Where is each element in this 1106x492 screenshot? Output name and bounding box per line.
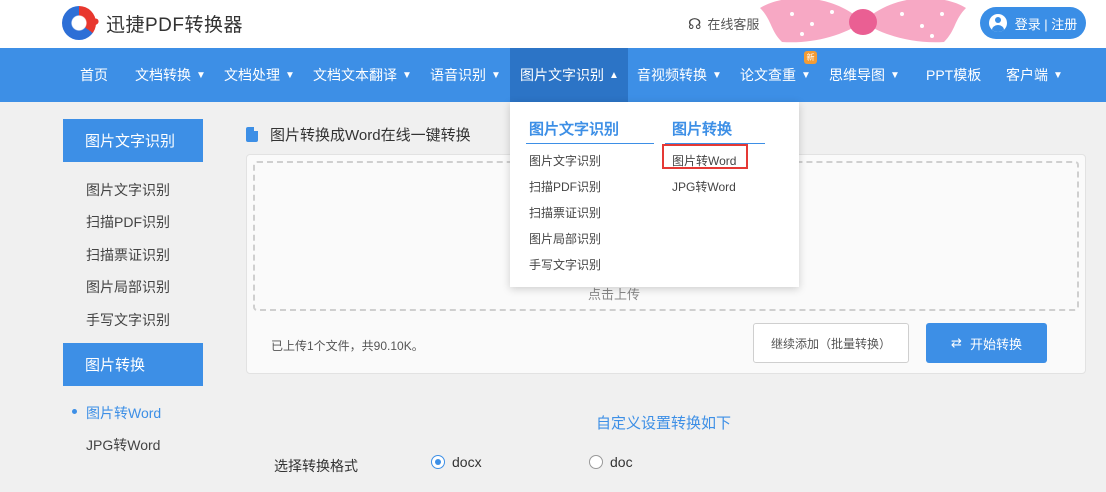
sidebar-group-convert-title: 图片转换 xyxy=(63,343,203,386)
pink-bow-decoration xyxy=(760,0,966,43)
logo-icon xyxy=(62,6,96,40)
nav-label: 文档文本翻译 xyxy=(313,67,397,83)
sidebar-item-jpg-to-word[interactable]: JPG转Word xyxy=(86,435,160,455)
start-convert-button[interactable]: ⇄ 开始转换 xyxy=(926,323,1047,363)
format-option-docx[interactable]: docx xyxy=(431,454,482,470)
start-label: 开始转换 xyxy=(969,336,1022,352)
document-icon xyxy=(246,127,258,142)
format-option-label: doc xyxy=(610,454,633,470)
nav-item-client[interactable]: 客户端 ▼ xyxy=(1006,48,1063,102)
nav-item-image-ocr[interactable]: 图片文字识别 ▲ xyxy=(510,48,628,102)
dropdown-item-jpg-to-word[interactable]: JPG转Word xyxy=(672,178,736,195)
nav-label: 文档处理 xyxy=(224,67,280,83)
nav-item-doc-process[interactable]: 文档处理 ▼ xyxy=(224,48,295,102)
login-label: 登录 | 注册 xyxy=(1014,16,1078,32)
caret-down-icon: ▼ xyxy=(285,69,295,81)
sidebar-item-image-to-word[interactable]: 图片转Word xyxy=(86,403,161,423)
format-option-doc[interactable]: doc xyxy=(589,454,633,470)
nav-label: 论文查重 xyxy=(740,67,796,83)
sidebar-item-partial-ocr[interactable]: 图片局部识别 xyxy=(86,277,170,297)
upload-status: 已上传1个文件，共90.10K。 xyxy=(271,339,424,353)
nav-item-translate[interactable]: 文档文本翻译 ▼ xyxy=(313,48,412,102)
nav-item-speech[interactable]: 语音识别 ▼ xyxy=(430,48,501,102)
nav-item-home[interactable]: 首页 xyxy=(80,48,108,102)
nav-label: 音视频转换 xyxy=(637,67,707,83)
caret-down-icon: ▼ xyxy=(491,69,501,81)
caret-down-icon: ▼ xyxy=(712,69,722,81)
dropdown-item-image-to-word[interactable]: 图片转Word xyxy=(672,152,736,169)
page-title: 图片转换成Word在线一键转换 xyxy=(246,124,471,145)
caret-down-icon: ▼ xyxy=(196,69,206,81)
sidebar-item-scan-ticket[interactable]: 扫描票证识别 xyxy=(86,245,170,265)
image-ocr-dropdown: 图片文字识别 图片文字识别 扫描PDF识别 扫描票证识别 图片局部识别 手写文字… xyxy=(510,102,799,287)
sidebar-group-ocr-title: 图片文字识别 xyxy=(63,119,203,162)
dropdown-item-scan-ticket[interactable]: 扫描票证识别 xyxy=(529,204,601,221)
dropdown-item-partial-ocr[interactable]: 图片局部识别 xyxy=(529,230,601,247)
page-title-text: 图片转换成Word在线一键转换 xyxy=(270,127,471,144)
dropdown-col-convert-title: 图片转换 xyxy=(672,121,733,138)
headset-icon: ☊ xyxy=(688,15,702,33)
swap-icon: ⇄ xyxy=(951,335,962,350)
nav-label: 首页 xyxy=(80,67,108,83)
continue-add-button[interactable]: 继续添加（批量转换） xyxy=(753,323,909,363)
nav-label: 客户端 xyxy=(1006,67,1048,83)
top-header: 迅捷PDF转换器 ☊ 在线客服 登录 | 注册 xyxy=(0,0,1106,48)
new-badge: 新 xyxy=(804,51,817,64)
online-support-link[interactable]: ☊ 在线客服 xyxy=(688,14,759,33)
nav-item-av-convert[interactable]: 音视频转换 ▼ xyxy=(637,48,722,102)
dropdown-col-ocr-title: 图片文字识别 xyxy=(529,121,620,138)
nav-item-plagiarism[interactable]: 论文查重 ▼ xyxy=(740,48,811,102)
nav-label: 语音识别 xyxy=(430,67,486,83)
caret-down-icon: ▼ xyxy=(402,69,412,81)
sidebar-item-image-ocr[interactable]: 图片文字识别 xyxy=(86,180,170,200)
main-nav: 首页 文档转换 ▼ 文档处理 ▼ 文档文本翻译 ▼ 语音识别 ▼ 图片文字识别 … xyxy=(0,48,1106,102)
format-label: 选择转换格式 xyxy=(274,458,358,474)
site-logo[interactable]: 迅捷PDF转换器 xyxy=(62,5,243,41)
nav-label: 文档转换 xyxy=(135,67,191,83)
active-dot-icon xyxy=(72,409,77,414)
user-icon xyxy=(988,14,1007,32)
nav-label: 图片文字识别 xyxy=(520,67,604,83)
nav-item-doc-convert[interactable]: 文档转换 ▼ xyxy=(135,48,206,102)
dropdown-col-divider xyxy=(526,143,654,144)
caret-down-icon: ▼ xyxy=(890,69,900,81)
dropdown-item-handwriting[interactable]: 手写文字识别 xyxy=(529,256,601,273)
logo-text: 迅捷PDF转换器 xyxy=(106,14,244,36)
radio-unchecked-icon[interactable] xyxy=(589,455,603,469)
caret-down-icon: ▼ xyxy=(801,69,811,81)
nav-label: PPT模板 xyxy=(926,67,982,83)
sidebar-item-handwriting[interactable]: 手写文字识别 xyxy=(86,310,170,330)
settings-title: 自定义设置转换如下 xyxy=(596,415,732,432)
nav-label: 思维导图 xyxy=(829,67,885,83)
caret-down-icon: ▼ xyxy=(1053,69,1063,81)
dropdown-item-image-ocr[interactable]: 图片文字识别 xyxy=(529,152,601,169)
format-option-label: docx xyxy=(452,454,482,470)
radio-checked-icon[interactable] xyxy=(431,455,445,469)
dropdown-item-scan-pdf[interactable]: 扫描PDF识别 xyxy=(529,178,601,195)
login-register-button[interactable]: 登录 | 注册 xyxy=(980,7,1086,39)
nav-item-ppt-template[interactable]: PPT模板 xyxy=(926,48,981,102)
caret-up-icon: ▲ xyxy=(609,69,619,81)
sidebar-item-scan-pdf[interactable]: 扫描PDF识别 xyxy=(86,212,170,232)
nav-item-mindmap[interactable]: 思维导图 ▼ xyxy=(829,48,900,102)
